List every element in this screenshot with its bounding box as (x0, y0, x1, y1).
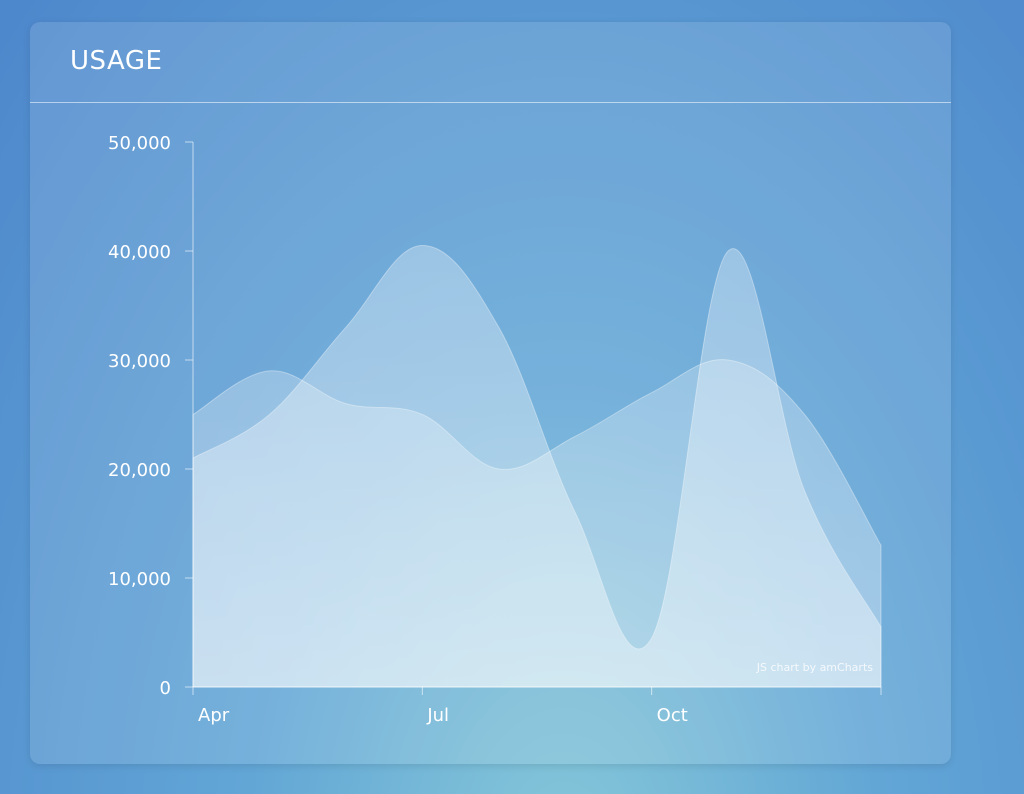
y-tick-label: 0 (160, 678, 171, 699)
x-tick-label: Oct (657, 705, 688, 726)
usage-area-chart: 0 10,000 20,000 30,000 40,000 50,000 Apr Jul Oct… (108, 133, 882, 726)
y-tick-label: 30,000 (108, 351, 171, 372)
y-tick-label: 50,000 (108, 133, 171, 154)
series-2-area[interactable] (192, 245, 882, 688)
y-tick-label: 10,000 (108, 569, 171, 590)
amcharts-credit-link[interactable]: JS chart by amCharts (756, 661, 873, 674)
x-tick-label: Apr (198, 705, 230, 726)
x-tick-label: Jul (426, 705, 449, 726)
y-tick-label: 40,000 (108, 242, 171, 263)
y-tick-label: 20,000 (108, 460, 171, 481)
